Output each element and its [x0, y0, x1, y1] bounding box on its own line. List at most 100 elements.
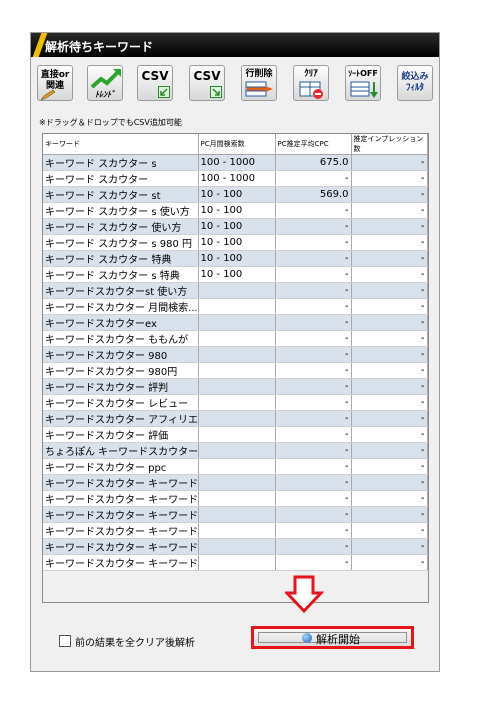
impressions-cell: -: [351, 170, 428, 187]
monthly-searches-cell: 10 - 100: [198, 266, 276, 283]
impressions-cell: -: [351, 330, 428, 347]
table-row[interactable]: キーワード スカウター s 使い方 10 - 100- -: [43, 202, 428, 219]
monthly-searches-cell: 10 - 100: [198, 250, 276, 267]
clear-before-analysis-checkbox[interactable]: [59, 635, 71, 647]
keyword-queue-panel: 解析待ちキーワード 直接or 関連 ﾄﾚﾝﾄﾞ CSV CSV 行削除 ｸﾘｱ …: [30, 32, 440, 672]
impressions-cell: -: [351, 394, 428, 411]
column-header-keyword[interactable]: キーワード: [43, 134, 199, 155]
impressions-cell: -: [351, 250, 428, 267]
monthly-searches-cell: 10 - 100: [198, 202, 276, 219]
table-row[interactable]: キーワードスカウター 980円 - -: [43, 362, 428, 379]
table-row[interactable]: キーワードスカウター ももんが - -: [43, 330, 428, 347]
direct-or-related-button[interactable]: 直接or 関連: [37, 65, 73, 101]
keyword-cell: ちょろぽん キーワードスカウター: [43, 442, 199, 459]
csv-export-button[interactable]: CSV: [189, 65, 225, 101]
table-row[interactable]: キーワードスカウター キーワード... - -: [43, 474, 428, 491]
table-row[interactable]: キーワードスカウターst 使い方 - -: [43, 282, 428, 299]
table-row[interactable]: キーワード スカウター 100 - 1000- -: [43, 170, 428, 187]
monthly-searches-cell: [198, 282, 276, 299]
keyword-cell: キーワードスカウター キーワード...: [43, 554, 199, 571]
keyword-cell: キーワード スカウター 特典: [43, 250, 199, 267]
trend-label: ﾄﾚﾝﾄﾞ: [95, 90, 115, 99]
table-row[interactable]: キーワード スカウター s 980 円 10 - 100- -: [43, 234, 428, 251]
impressions-cell: -: [351, 490, 428, 507]
drag-drop-hint: ※ドラッグ＆ドロップでもCSV追加可能: [39, 118, 182, 127]
avg-cpc-cell: -: [275, 362, 352, 379]
impressions-cell: -: [351, 218, 428, 235]
column-header-avg-cpc[interactable]: PC推定平均CPC: [275, 134, 352, 155]
clear-table-icon: [299, 81, 323, 99]
sort-off-label: ｿｰﾄOFF: [348, 69, 378, 78]
filter-button[interactable]: 絞込み ﾌｨﾙﾀ: [397, 65, 433, 101]
trend-button[interactable]: ﾄﾚﾝﾄﾞ: [87, 65, 123, 101]
table-row[interactable]: キーワードスカウター キーワード... - -: [43, 554, 428, 571]
keyword-cell: キーワードスカウター 評判: [43, 378, 199, 395]
keyword-grid[interactable]: キーワード PC月間検索数 PC推定平均CPC 推定インプレッション数 キーワー…: [42, 133, 429, 603]
table-row[interactable]: キーワードスカウター 月間検索... - -: [43, 298, 428, 315]
avg-cpc-cell: -: [275, 282, 352, 299]
start-analysis-label: 解析開始: [316, 633, 360, 646]
table-row[interactable]: キーワードスカウター キーワード... - -: [43, 522, 428, 539]
table-row[interactable]: ちょろぽん キーワードスカウター - -: [43, 442, 428, 459]
avg-cpc-cell: -: [275, 538, 352, 555]
column-header-impressions[interactable]: 推定インプレッション数: [351, 134, 428, 155]
monthly-searches-cell: [198, 410, 276, 427]
avg-cpc-cell: -: [275, 506, 352, 523]
table-header-row: キーワード PC月間検索数 PC推定平均CPC 推定インプレッション数: [43, 134, 428, 155]
table-row[interactable]: キーワード スカウター s 100 - 1000 675.0-: [43, 154, 428, 171]
table-row[interactable]: キーワード スカウター st 10 - 100 569.0-: [43, 186, 428, 203]
table-row-delete-icon: [245, 81, 273, 97]
monthly-searches-cell: [198, 330, 276, 347]
sort-off-button[interactable]: ｿｰﾄOFF: [345, 65, 381, 101]
down-arrow-annotation-icon: [285, 575, 325, 614]
impressions-cell: -: [351, 154, 428, 171]
keyword-cell: キーワード スカウター 使い方: [43, 218, 199, 235]
keyword-cell: キーワードスカウターex: [43, 314, 199, 331]
keyword-cell: キーワードスカウター 980円: [43, 362, 199, 379]
table-row[interactable]: キーワードスカウター キーワード... - -: [43, 506, 428, 523]
impressions-cell: -: [351, 186, 428, 203]
avg-cpc-cell: -: [275, 218, 352, 235]
table-row[interactable]: キーワードスカウター キーワード... - -: [43, 538, 428, 555]
keyword-cell: キーワードスカウター キーワード...: [43, 506, 199, 523]
start-analysis-button[interactable]: 解析開始: [251, 626, 414, 649]
filter-label-top: 絞込み: [401, 72, 429, 82]
keyword-cell: キーワード スカウター s 特典: [43, 266, 199, 283]
monthly-searches-cell: [198, 522, 276, 539]
table-row[interactable]: キーワードスカウターex - -: [43, 314, 428, 331]
table-row[interactable]: キーワードスカウター ppc - -: [43, 458, 428, 475]
delete-row-label: 行削除: [245, 69, 273, 79]
avg-cpc-cell: -: [275, 378, 352, 395]
avg-cpc-cell: -: [275, 426, 352, 443]
table-row[interactable]: キーワード スカウター 特典 10 - 100- -: [43, 250, 428, 267]
monthly-searches-cell: [198, 554, 276, 571]
column-header-monthly-searches[interactable]: PC月間検索数: [198, 134, 276, 155]
monthly-searches-cell: [198, 426, 276, 443]
keyword-cell: キーワードスカウター キーワード...: [43, 474, 199, 491]
table-row[interactable]: キーワード スカウター s 特典 10 - 100- -: [43, 266, 428, 283]
avg-cpc-cell: 569.0: [275, 186, 352, 203]
impressions-cell: -: [351, 234, 428, 251]
avg-cpc-cell: -: [275, 330, 352, 347]
avg-cpc-cell: -: [275, 522, 352, 539]
impressions-cell: -: [351, 346, 428, 363]
csv-import-button[interactable]: CSV: [137, 65, 173, 101]
delete-row-button[interactable]: 行削除: [241, 65, 277, 101]
impressions-cell: -: [351, 410, 428, 427]
monthly-searches-cell: 10 - 100: [198, 186, 276, 203]
keyword-cell: キーワードスカウターst 使い方: [43, 282, 199, 299]
table-row[interactable]: キーワードスカウター 評判 - -: [43, 378, 428, 395]
table-row[interactable]: キーワードスカウター キーワード... - -: [43, 490, 428, 507]
table-row[interactable]: キーワードスカウター レビュー - -: [43, 394, 428, 411]
monthly-searches-cell: 100 - 1000: [198, 170, 276, 187]
monthly-searches-cell: [198, 298, 276, 315]
table-row[interactable]: キーワードスカウター 評価 - -: [43, 426, 428, 443]
table-row[interactable]: キーワードスカウター アフィリエイト --: [43, 410, 428, 427]
keyword-cell: キーワード スカウター s 980 円: [43, 234, 199, 251]
impressions-cell: -: [351, 362, 428, 379]
clear-label: ｸﾘｱ: [304, 69, 318, 79]
clear-button[interactable]: ｸﾘｱ: [293, 65, 329, 101]
table-row[interactable]: キーワード スカウター 使い方 10 - 100- -: [43, 218, 428, 235]
table-row[interactable]: キーワードスカウター 980 - -: [43, 346, 428, 363]
avg-cpc-cell: -: [275, 298, 352, 315]
